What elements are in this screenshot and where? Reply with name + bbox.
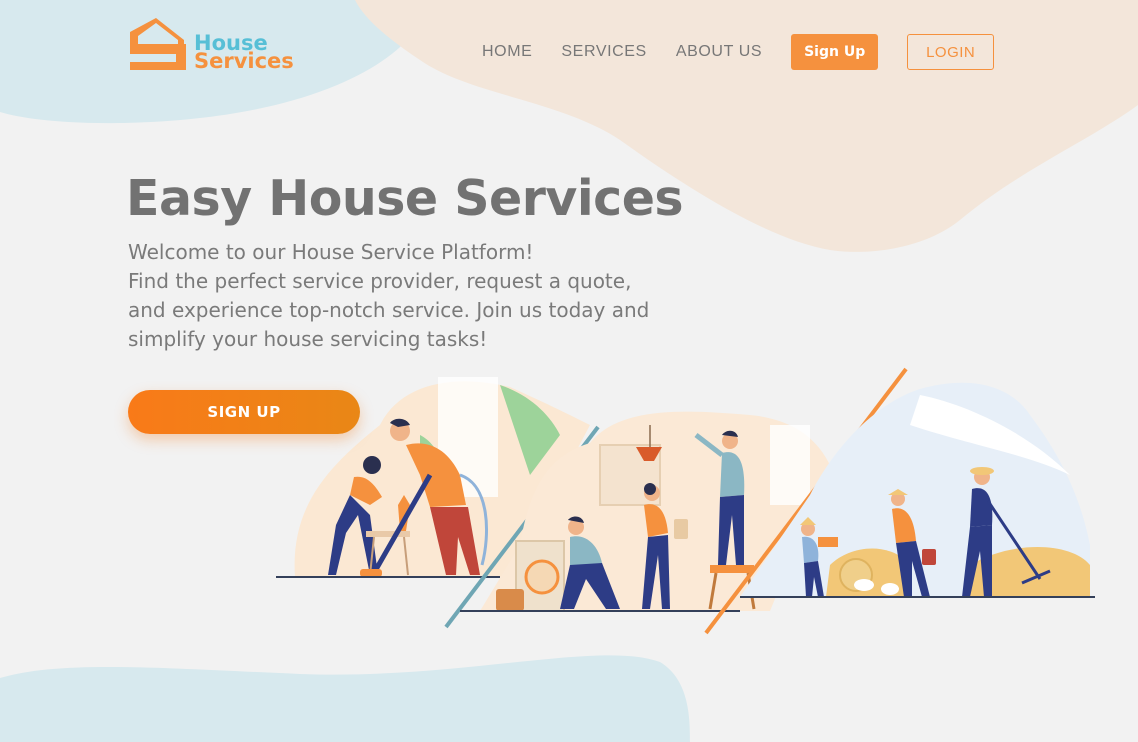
bottom-left-blob [0, 655, 690, 742]
house-logo-icon [130, 18, 186, 70]
hero-description-line: and experience top-notch service. Join u… [128, 298, 650, 322]
nav-login-button[interactable]: LOGIN [907, 34, 995, 70]
nav-link-about-us[interactable]: ABOUT US [676, 43, 762, 61]
hero-description-line: simplify your house servicing tasks! [128, 327, 488, 351]
hero-description-line: Find the perfect service provider, reque… [128, 269, 632, 293]
house-services-workers-illustration [276, 367, 1095, 635]
hero-title: Easy House Services [126, 170, 684, 227]
hero-description-line: Welcome to our House Service Platform! [128, 240, 534, 264]
nav-signup-button[interactable]: Sign Up [791, 34, 879, 70]
logo-text: House Services [194, 33, 294, 73]
nav-link-services[interactable]: SERVICES [561, 43, 646, 61]
hero-signup-button[interactable]: SIGN UP [128, 390, 360, 434]
logo[interactable]: House Services [128, 14, 308, 76]
hero-description: Welcome to our House Service Platform! F… [128, 238, 708, 354]
nav-link-home[interactable]: HOME [482, 43, 532, 61]
logo-word-services: Services [194, 49, 294, 73]
main-nav: HOME SERVICES ABOUT US Sign Up LOGIN [482, 34, 995, 70]
